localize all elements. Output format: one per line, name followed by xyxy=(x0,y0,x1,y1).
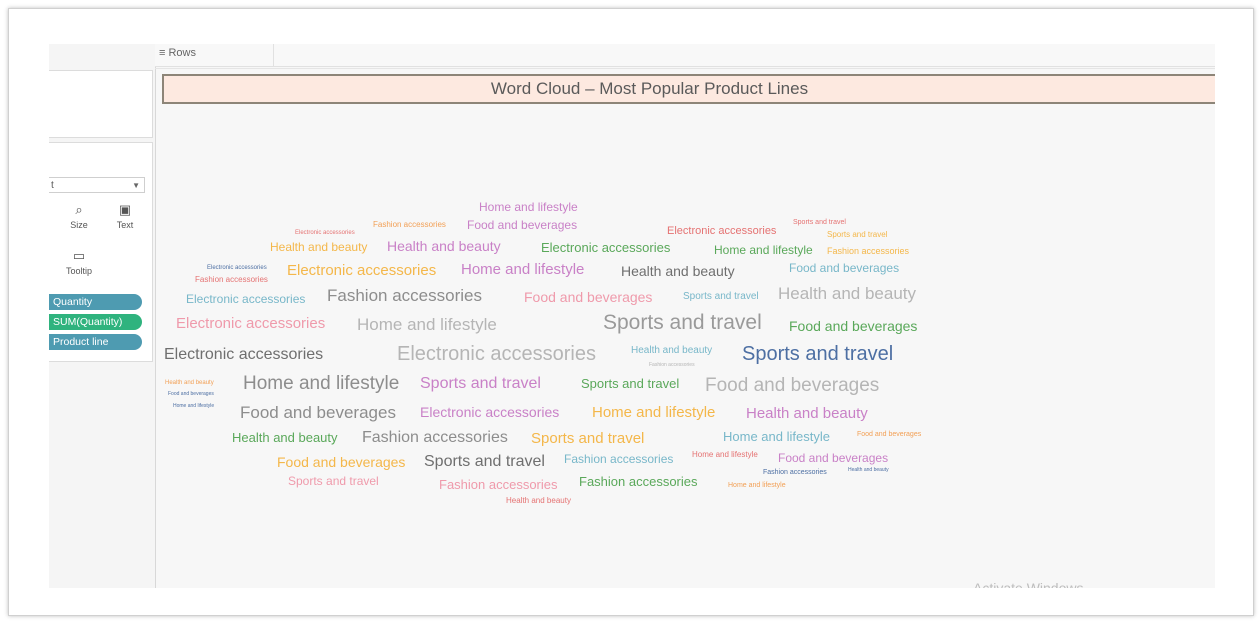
word-cloud-term[interactable]: Sports and travel xyxy=(603,312,762,333)
marks-shelf-top xyxy=(49,70,153,138)
pill-product-line[interactable]: Product line xyxy=(49,334,142,350)
word-cloud-term[interactable]: Food and beverages xyxy=(240,404,396,421)
word-cloud-term[interactable]: Electronic accessories xyxy=(287,263,436,278)
rows-shelf[interactable]: ≡ Rows xyxy=(155,44,1215,67)
word-cloud-term[interactable]: Sports and travel xyxy=(683,292,759,302)
word-cloud-term[interactable]: Electronic accessories xyxy=(186,293,305,305)
rows-shelf-label: ≡ Rows xyxy=(159,47,196,59)
word-cloud-term[interactable]: Sports and travel xyxy=(827,231,887,239)
left-side-panel: t ▼ ⌕ Size ▣ Text ▭ Tooltip Quantity SUM… xyxy=(49,44,156,588)
word-cloud-term[interactable]: Food and beverages xyxy=(789,319,917,333)
word-cloud-term[interactable]: Home and lifestyle xyxy=(728,482,786,489)
word-cloud-term[interactable]: Health and beauty xyxy=(848,468,889,473)
size-button[interactable]: ⌕ Size xyxy=(63,200,95,236)
word-cloud-term[interactable]: Fashion accessories xyxy=(195,276,268,284)
word-cloud-term[interactable]: Sports and travel xyxy=(420,376,541,392)
rows-text: Rows xyxy=(168,47,196,59)
word-cloud-term[interactable]: Fashion accessories xyxy=(439,478,558,491)
size-icon: ⌕ xyxy=(75,202,83,217)
word-cloud-term[interactable]: Sports and travel xyxy=(531,431,644,446)
word-cloud-term[interactable]: Health and beauty xyxy=(746,406,868,421)
word-cloud-term[interactable]: Home and lifestyle xyxy=(714,244,813,256)
word-cloud-term[interactable]: Electronic accessories xyxy=(420,405,559,419)
word-cloud-term[interactable]: Fashion accessories xyxy=(763,469,827,476)
text-icon: ▣ xyxy=(118,202,132,217)
word-cloud-term[interactable]: Sports and travel xyxy=(424,454,545,470)
word-cloud-term[interactable]: Food and beverages xyxy=(277,455,405,469)
word-cloud-term[interactable]: Home and lifestyle xyxy=(173,404,214,409)
word-cloud-term[interactable]: Health and beauty xyxy=(778,285,916,302)
word-cloud-term[interactable]: Health and beauty xyxy=(270,241,367,253)
size-label: Size xyxy=(70,220,88,230)
word-cloud-term[interactable]: Home and lifestyle xyxy=(723,430,830,443)
word-cloud-term[interactable]: Sports and travel xyxy=(581,377,679,390)
mark-type-dropdown[interactable]: t ▼ xyxy=(49,177,145,193)
word-cloud-term[interactable]: Health and beauty xyxy=(387,239,501,253)
tooltip-icon: ▭ xyxy=(72,248,86,263)
text-label: Text xyxy=(116,220,134,230)
word-cloud-term[interactable]: Home and lifestyle xyxy=(461,262,584,277)
word-cloud-term[interactable]: Fashion accessories xyxy=(327,287,482,304)
word-cloud-term[interactable]: Electronic accessories xyxy=(164,347,323,363)
word-cloud-term[interactable]: Health and beauty xyxy=(621,264,735,278)
word-cloud-term[interactable]: Fashion accessories xyxy=(362,430,508,446)
word-cloud-term[interactable]: Electronic accessories xyxy=(541,241,670,254)
word-cloud-term[interactable]: Home and lifestyle xyxy=(357,316,497,333)
word-cloud-term[interactable]: Fashion accessories xyxy=(373,221,446,229)
word-cloud-term[interactable]: Fashion accessories xyxy=(649,363,695,368)
word-cloud-term[interactable]: Food and beverages xyxy=(467,219,577,231)
word-cloud-term[interactable]: Sports and travel xyxy=(793,219,846,226)
pill-quantity[interactable]: Quantity xyxy=(49,294,142,310)
word-cloud-term[interactable]: Electronic accessories xyxy=(667,226,776,237)
word-cloud-term[interactable]: Electronic accessories xyxy=(176,316,325,331)
pill-sum-quantity[interactable]: SUM(Quantity) xyxy=(49,314,142,330)
word-cloud-term[interactable]: Food and beverages xyxy=(778,452,888,464)
tooltip-label: Tooltip xyxy=(65,266,92,276)
word-cloud-term[interactable]: Health and beauty xyxy=(506,497,571,505)
word-cloud-term[interactable]: Health and beauty xyxy=(165,380,214,386)
word-cloud-term[interactable]: Fashion accessories xyxy=(827,247,909,256)
word-cloud-term[interactable]: Electronic accessories xyxy=(397,344,596,364)
word-cloud-term[interactable]: Sports and travel xyxy=(742,344,893,364)
pill-quantity-label: Quantity xyxy=(53,296,93,308)
word-cloud-term[interactable]: Fashion accessories xyxy=(579,475,698,488)
mark-type-value: t xyxy=(51,180,54,191)
activate-windows-watermark: Activate Windows xyxy=(973,580,1084,588)
pill-product-line-label: Product line xyxy=(53,336,109,348)
word-cloud-term[interactable]: Food and beverages xyxy=(857,431,921,438)
word-cloud-term[interactable]: Health and beauty xyxy=(232,431,338,444)
word-cloud-term[interactable]: Health and beauty xyxy=(631,346,712,356)
word-cloud-term[interactable]: Food and beverages xyxy=(168,392,214,397)
word-cloud-term[interactable]: Home and lifestyle xyxy=(592,405,715,420)
sheet-title-bar[interactable]: Word Cloud – Most Popular Product Lines xyxy=(162,74,1215,104)
word-cloud-term[interactable]: Food and beverages xyxy=(524,290,652,304)
word-cloud-term[interactable]: Food and beverages xyxy=(789,262,899,274)
rows-shelf-divider xyxy=(273,44,274,66)
pill-sum-quantity-label: SUM(Quantity) xyxy=(53,316,123,328)
shelf-divider xyxy=(155,68,1215,69)
word-cloud-term[interactable]: Food and beverages xyxy=(705,376,879,395)
chevron-down-icon: ▼ xyxy=(132,181,140,190)
sheet-title: Word Cloud – Most Popular Product Lines xyxy=(490,79,809,98)
tableau-workspace: t ▼ ⌕ Size ▣ Text ▭ Tooltip Quantity SUM… xyxy=(49,44,1215,588)
word-cloud-term[interactable]: Electronic accessories xyxy=(295,230,355,236)
word-cloud-term[interactable]: Home and lifestyle xyxy=(692,451,758,459)
word-cloud-term[interactable]: Home and lifestyle xyxy=(479,201,578,213)
word-cloud-term[interactable]: Fashion accessories xyxy=(564,453,673,465)
word-cloud-term[interactable]: Sports and travel xyxy=(288,475,379,487)
word-cloud-term[interactable]: Home and lifestyle xyxy=(243,374,399,393)
tooltip-button[interactable]: ▭ Tooltip xyxy=(63,246,95,282)
word-cloud-term[interactable]: Electronic accessories xyxy=(207,265,267,271)
text-button[interactable]: ▣ Text xyxy=(109,200,141,236)
